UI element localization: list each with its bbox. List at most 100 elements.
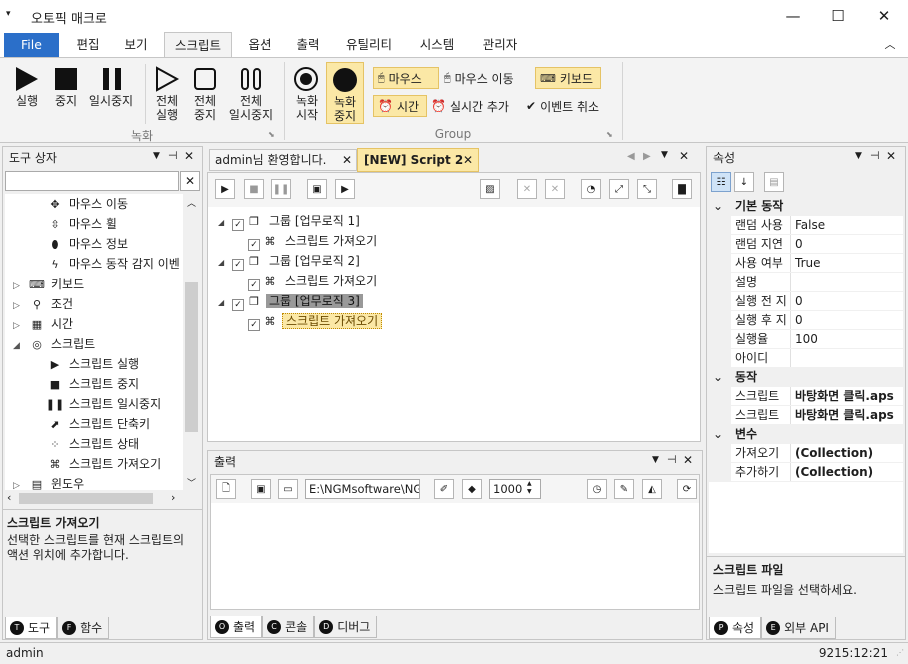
stop-button[interactable]: 중지 (49, 66, 83, 118)
menu-utility[interactable]: 유틸리티 (336, 32, 402, 57)
property-value[interactable]: 100 (791, 330, 818, 348)
expander-icon[interactable]: ▷ (13, 476, 27, 490)
expand-button[interactable]: ⤢ (609, 179, 629, 199)
toolbox-item[interactable]: ▷ ⚲ 조건 (5, 294, 183, 314)
tab-functions[interactable]: F 함수 (57, 617, 110, 639)
property-row[interactable]: 아이디 (709, 349, 903, 368)
spinner-arrows-icon[interactable]: ▲ ▼ (527, 480, 532, 496)
property-value[interactable]: True (791, 254, 821, 272)
toolbox-hscroll[interactable]: ‹ › (5, 490, 183, 507)
search-clear-button[interactable]: ✕ (180, 171, 200, 191)
category-collapse-icon[interactable]: ⌄ (713, 197, 735, 216)
menu-script[interactable]: 스크립트 (164, 32, 232, 58)
tab-new-script[interactable]: [NEW] Script 2 ✕ (357, 148, 479, 172)
realtime-add-button[interactable]: ⏰ 실시간 추가 (431, 95, 521, 117)
mouse-move-button[interactable]: 🖱 마우스 이동 (444, 67, 532, 89)
property-row[interactable]: 추가하기 (Collection) (709, 463, 903, 482)
property-pages-button[interactable]: ▤ (764, 172, 784, 192)
toolbox-item[interactable]: ϟ 마우스 동작 감지 이벤 (5, 254, 183, 274)
mouse-record-button[interactable]: 🖱 마우스 (373, 67, 439, 89)
collapse-button[interactable]: ⤡ (637, 179, 657, 199)
pane-close-icon[interactable]: ✕ (886, 149, 896, 163)
category-collapse-icon[interactable]: ⌄ (713, 368, 735, 387)
toolbox-item[interactable]: ▷ ▤ 윈도우 (5, 474, 183, 490)
stop-all-button[interactable]: 전체 중지 (188, 66, 222, 126)
property-row[interactable]: 가져오기 (Collection) (709, 444, 903, 463)
scroll-thumb[interactable] (185, 282, 198, 432)
property-value[interactable]: False (791, 216, 825, 234)
collapse-arrow-icon[interactable]: ◢ (218, 213, 232, 233)
script-action-node[interactable]: ✓ ⌘ 스크립트 가져오기 (218, 231, 688, 251)
script-group-node[interactable]: ◢ ✓ ❐ 그룹 [업무로직 3] (218, 291, 688, 311)
property-value[interactable] (791, 273, 795, 291)
system-menu-icon[interactable]: ▾ (6, 9, 11, 19)
scroll-left-icon[interactable]: ‹ (7, 491, 11, 504)
delete-button[interactable]: ▇ (672, 179, 692, 199)
pause-button[interactable]: 일시중지 (88, 66, 134, 118)
property-category[interactable]: ⌄ 동작 (709, 368, 903, 387)
property-category[interactable]: ⌄ 변수 (709, 425, 903, 444)
toolbox-item[interactable]: ▶ 스크립트 실행 (5, 354, 183, 374)
editor-pause-button[interactable]: ❚❚ (271, 179, 291, 199)
toolbox-item[interactable]: ⬈ 스크립트 단축키 (5, 414, 183, 434)
editor-close-icon[interactable]: ✕ (679, 149, 689, 163)
script-group-node[interactable]: ◢ ✓ ❐ 그룹 [업무로직 1] (218, 211, 688, 231)
brush-button[interactable]: ✎ (614, 479, 634, 499)
tab-scroll-left-icon[interactable]: ◀ (627, 151, 635, 162)
property-row[interactable]: 랜덤 사용 False (709, 216, 903, 235)
property-value[interactable]: (Collection) (791, 463, 873, 481)
property-row[interactable]: 랜덤 지연 0 (709, 235, 903, 254)
tab-external-api[interactable]: E 외부 API (761, 617, 836, 639)
time-record-button[interactable]: ⏰ 시간 (373, 95, 427, 117)
pane-dropdown-icon[interactable]: ▼ (855, 151, 862, 161)
toolbox-item[interactable]: ⁘ 스크립트 상태 (5, 434, 183, 454)
menu-file[interactable]: File (4, 33, 59, 57)
category-collapse-icon[interactable]: ⌄ (713, 425, 735, 444)
tab-close-icon[interactable]: ✕ (342, 150, 352, 170)
menu-output[interactable]: 출력 (286, 32, 330, 57)
toolbox-vscroll[interactable]: ︿ ﹀ (183, 194, 200, 490)
alphabetical-button[interactable]: ↓ (734, 172, 754, 192)
disable-button[interactable]: ✕ (517, 179, 537, 199)
hscroll-thumb[interactable] (19, 493, 153, 504)
record-start-button[interactable]: 녹화 시작 (290, 66, 324, 126)
scroll-down-icon[interactable]: ﹀ (187, 476, 196, 489)
pane-dropdown-icon[interactable]: ▼ (652, 455, 659, 465)
tab-welcome[interactable]: admin님 환영합니다. ✕ (209, 149, 357, 171)
categorized-button[interactable]: ☷ (711, 172, 731, 192)
toolbox-item[interactable]: ▷ ⌨ 키보드 (5, 274, 183, 294)
property-category[interactable]: ⌄ 기본 동작 (709, 197, 903, 216)
enable-button[interactable]: ✕ (545, 179, 565, 199)
property-value[interactable]: 0 (791, 235, 803, 253)
toolbox-item[interactable]: ▷ ▦ 시간 (5, 314, 183, 334)
new-log-button[interactable]: 🗋 (216, 479, 236, 499)
enabled-checkbox[interactable]: ✓ (248, 319, 260, 331)
run-all-button[interactable]: 전체 실행 (150, 66, 184, 126)
menu-edit[interactable]: 편집 (66, 32, 110, 57)
pane-close-icon[interactable]: ✕ (184, 149, 194, 163)
resize-grip-icon[interactable]: ⋰ (896, 648, 904, 657)
tab-properties[interactable]: P 속성 (709, 617, 762, 639)
property-row[interactable]: 스크립트 바탕화면 클릭.aps (709, 406, 903, 425)
property-value[interactable]: 0 (791, 311, 803, 329)
clock-button[interactable]: ◷ (587, 479, 607, 499)
toolbox-item[interactable]: ⇳ 마우스 휠 (5, 214, 183, 234)
toolbox-item[interactable]: ❚❚ 스크립트 일시중지 (5, 394, 183, 414)
refresh-button[interactable]: ⟳ (677, 479, 697, 499)
eraser-button[interactable]: ◆ (462, 479, 482, 499)
pin-icon[interactable]: ⊣ (870, 149, 880, 162)
editor-stop-button[interactable]: ■ (244, 179, 264, 199)
editor-run-button[interactable]: ▶ (215, 179, 235, 199)
record-stop-button[interactable]: 녹화 중지 (326, 62, 364, 124)
close-button[interactable]: ✕ (861, 0, 907, 32)
toolbox-item[interactable]: ■ 스크립트 중지 (5, 374, 183, 394)
run-button[interactable]: 실행 (10, 66, 44, 118)
save-button[interactable]: ▣ (251, 479, 271, 499)
event-cancel-button[interactable]: ✔ 이벤트 취소 (526, 95, 616, 117)
menu-view[interactable]: 보기 (114, 32, 158, 57)
property-value[interactable] (791, 349, 795, 367)
minimize-button[interactable]: — (770, 0, 816, 32)
pin-icon[interactable]: ⊣ (168, 149, 178, 162)
enabled-checkbox[interactable]: ✓ (232, 219, 244, 231)
property-value[interactable]: (Collection) (791, 444, 873, 462)
